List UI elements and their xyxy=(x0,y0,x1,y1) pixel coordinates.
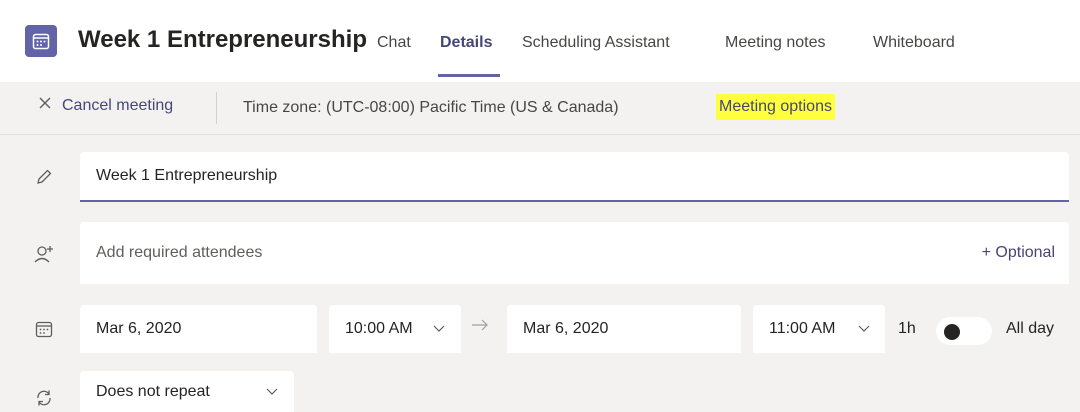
all-day-label: All day xyxy=(1006,320,1055,337)
chevron-down-icon xyxy=(266,385,278,399)
end-time-select[interactable]: 11:00 AM xyxy=(753,305,885,353)
add-person-icon xyxy=(30,240,58,268)
optional-attendees-link[interactable]: + Optional xyxy=(982,244,1055,262)
all-day-toggle[interactable] xyxy=(936,317,992,345)
start-date-value: Mar 6, 2020 xyxy=(96,320,182,337)
end-date-value: Mar 6, 2020 xyxy=(523,320,609,337)
tab-meeting-notes[interactable]: Meeting notes xyxy=(725,34,826,52)
meeting-options-link[interactable]: Meeting options xyxy=(716,94,835,120)
close-icon xyxy=(38,96,52,115)
attendees-input[interactable]: Add required attendees + Optional xyxy=(80,222,1069,284)
tab-details[interactable]: Details xyxy=(440,34,492,52)
tab-scheduling-assistant[interactable]: Scheduling Assistant xyxy=(522,34,670,52)
start-date-picker[interactable]: Mar 6, 2020 xyxy=(80,305,317,353)
toggle-knob xyxy=(944,324,960,340)
meeting-toolbar: Cancel meeting Time zone: (UTC-08:00) Pa… xyxy=(0,82,1080,135)
meeting-header: Week 1 Entrepreneurship Chat Details Sch… xyxy=(0,0,1080,83)
toolbar-divider xyxy=(216,92,217,124)
attendees-placeholder: Add required attendees xyxy=(96,244,263,261)
active-tab-indicator xyxy=(438,74,500,77)
start-time-select[interactable]: 10:00 AM xyxy=(329,305,461,353)
end-date-picker[interactable]: Mar 6, 2020 xyxy=(507,305,741,353)
repeat-icon xyxy=(30,384,58,412)
meeting-title-value: Week 1 Entrepreneurship xyxy=(96,167,278,184)
time-zone-selector[interactable]: Time zone: (UTC-08:00) Pacific Time (US … xyxy=(243,99,619,117)
repeat-value: Does not repeat xyxy=(96,382,210,400)
chevron-down-icon xyxy=(433,322,445,336)
end-time-value: 11:00 AM xyxy=(769,320,836,337)
meeting-title: Week 1 Entrepreneurship xyxy=(78,26,367,53)
calendar-icon xyxy=(25,25,57,57)
tab-whiteboard[interactable]: Whiteboard xyxy=(873,34,955,52)
meeting-title-input[interactable]: Week 1 Entrepreneurship xyxy=(80,152,1069,202)
repeat-select[interactable]: Does not repeat xyxy=(80,371,294,412)
arrow-right-icon xyxy=(471,318,489,336)
cancel-meeting-button[interactable]: Cancel meeting xyxy=(38,96,173,115)
calendar-icon xyxy=(30,315,58,343)
chevron-down-icon xyxy=(858,322,870,336)
duration-label: 1h xyxy=(898,320,916,337)
tab-chat[interactable]: Chat xyxy=(377,34,411,52)
pencil-icon xyxy=(30,163,58,191)
start-time-value: 10:00 AM xyxy=(345,320,413,337)
cancel-meeting-label: Cancel meeting xyxy=(62,96,174,114)
